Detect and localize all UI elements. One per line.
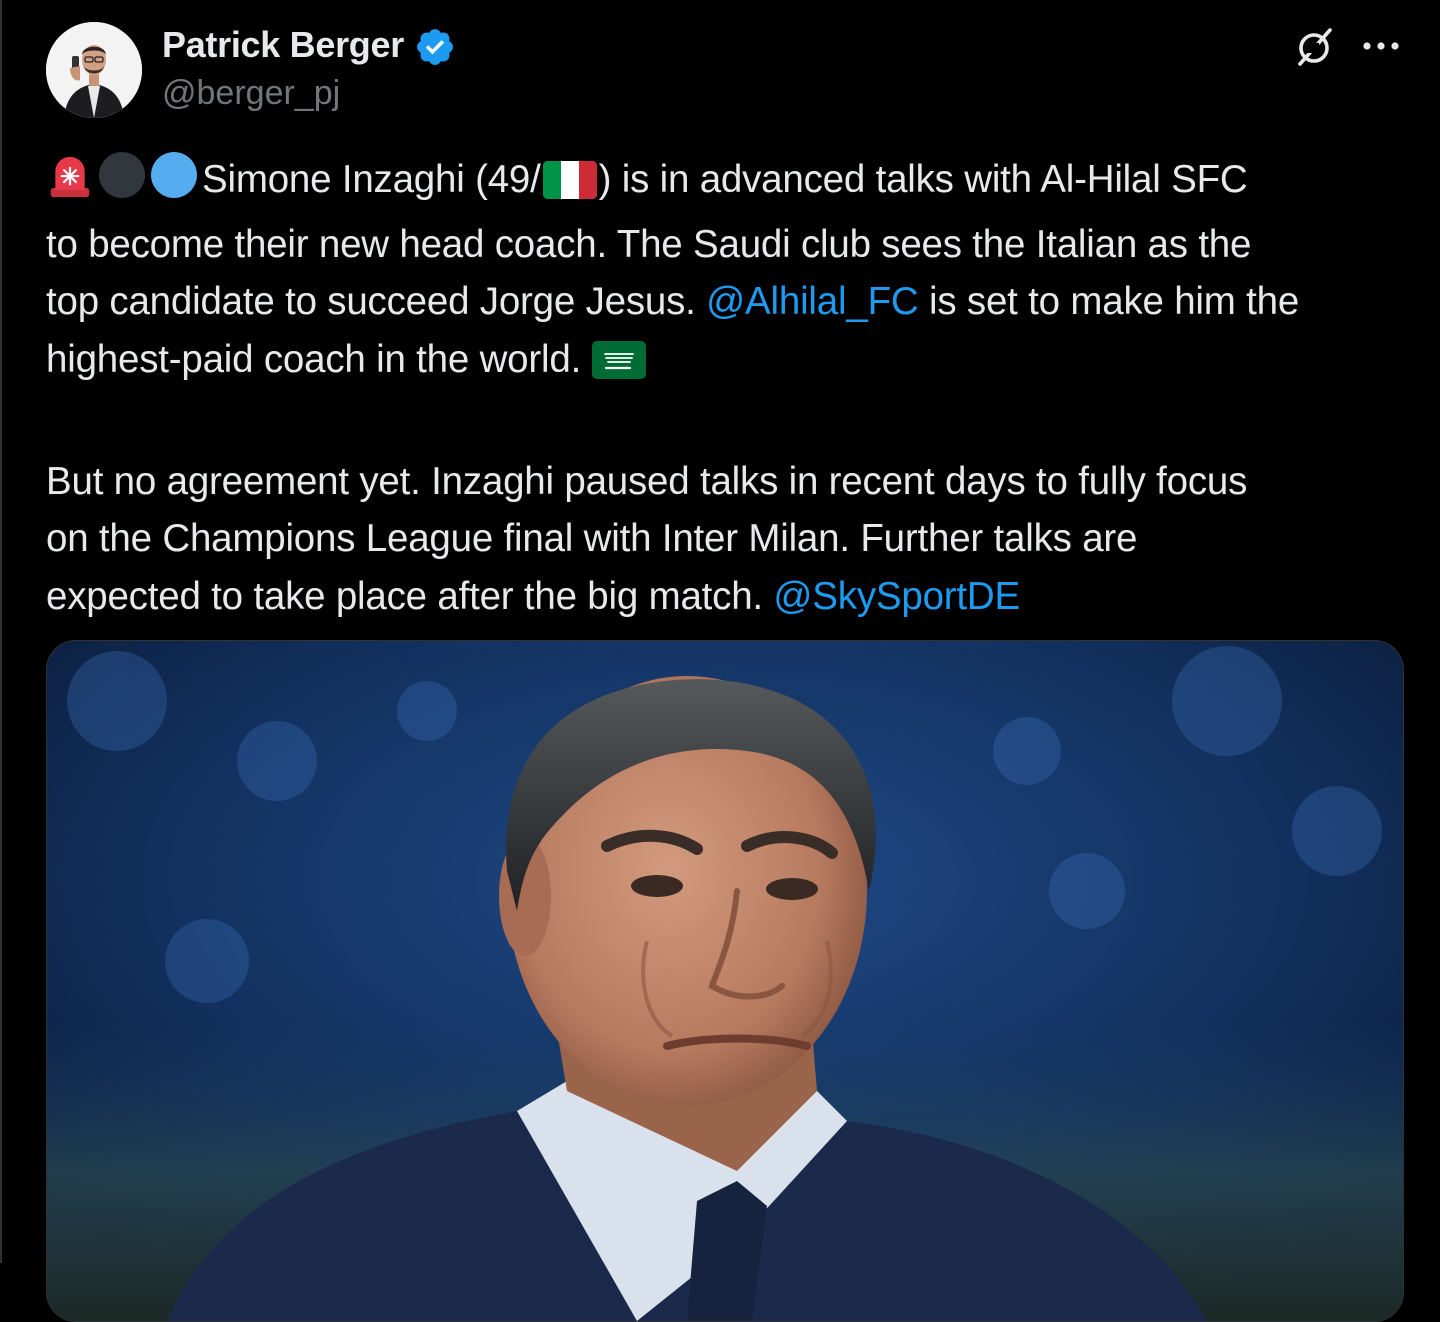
- tweet-card[interactable]: Patrick Berger @berger_pj Simone Inzaghi…: [0, 0, 1440, 1322]
- italy-flag-emoji: [542, 158, 597, 216]
- p1-l1-a: Simone Inzaghi (49/: [202, 158, 541, 201]
- tweet-paragraph-1-line-4: highest-paid coach in the world.: [46, 331, 1406, 396]
- black-circle-emoji: [98, 151, 146, 216]
- p2-l3: expected to take place after the big mat…: [46, 574, 774, 618]
- tweet-paragraph-2-line-2: on the Champions League final with Inter…: [46, 517, 1138, 560]
- blue-circle-emoji: [150, 151, 198, 216]
- rotating-light-emoji: [46, 155, 94, 216]
- author-avatar[interactable]: [46, 22, 142, 118]
- p1-l1-b: ) is in advanced talks with Al-Hilal SFC: [598, 158, 1248, 201]
- verified-badge-icon: [414, 26, 456, 68]
- author-name[interactable]: Patrick Berger: [162, 24, 404, 66]
- tweet-paragraph-2-line-3: expected to take place after the big mat…: [46, 568, 1406, 626]
- saudi-flag-emoji: [591, 338, 646, 396]
- author-handle[interactable]: @berger_pj: [162, 74, 340, 113]
- tweet-paragraph-1-line-2: to become their new head coach. The Saud…: [46, 222, 1252, 266]
- more-dots-icon[interactable]: [1358, 26, 1404, 66]
- grok-slash-icon[interactable]: [1292, 24, 1338, 70]
- p1-l3-b: is set to make him the: [918, 280, 1300, 323]
- mention-skysportde-link[interactable]: @SkySportDE: [773, 575, 1020, 618]
- tweet-paragraph-1-line-3: top candidate to succeed Jorge Jesus. @A…: [46, 273, 1406, 331]
- mention-alhilal-link[interactable]: @Alhilal_FC: [706, 280, 919, 323]
- p1-l4: highest-paid coach in the world.: [46, 337, 592, 381]
- p1-l3-a: top candidate to succeed Jorge Jesus.: [46, 280, 707, 323]
- tweet-paragraph-2-line-1: But no agreement yet. Inzaghi paused tal…: [46, 459, 1248, 503]
- tweet-body: Simone Inzaghi (49/ ) is in advanced tal…: [46, 151, 1406, 625]
- coach-portrait-photo[interactable]: [46, 640, 1404, 1322]
- tweet-paragraph-1-line-1: Simone Inzaghi (49/ ) is in advanced tal…: [46, 151, 1406, 216]
